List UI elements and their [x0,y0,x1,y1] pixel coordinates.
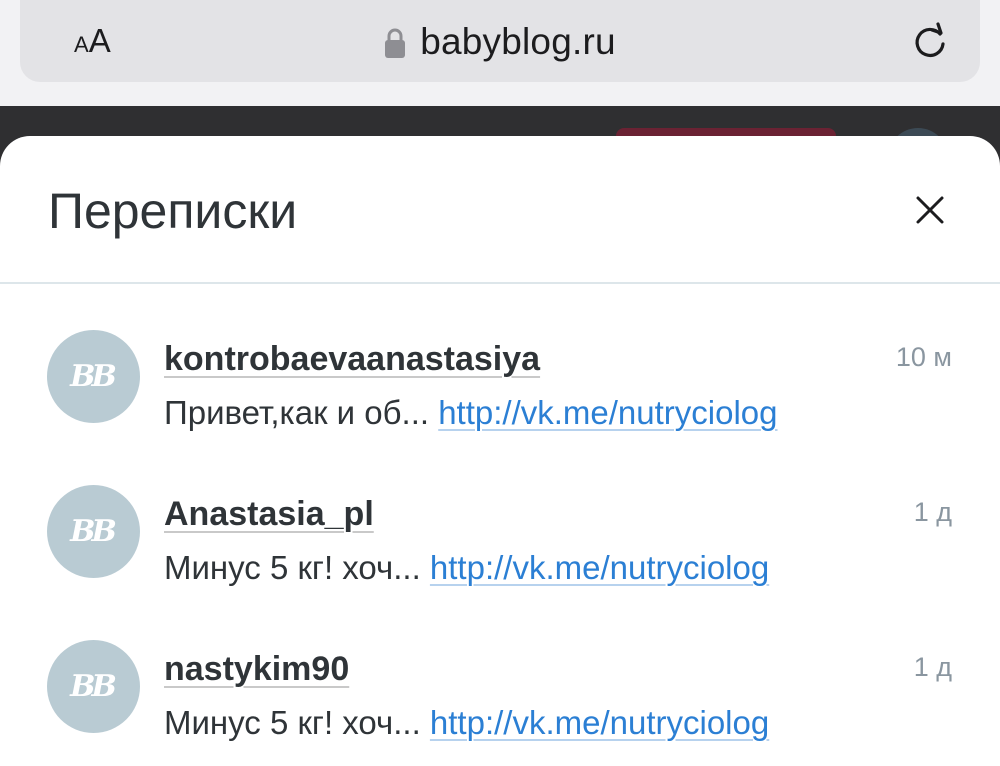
address-bar[interactable]: A A babyblog.ru [20,0,980,82]
avatar[interactable]: BB [47,330,140,423]
url-text: babyblog.ru [420,21,616,62]
conversation-preview: Привет,как и об... http://vk.me/nutrycio… [164,394,778,432]
conversation-time: 10 м [895,342,952,372]
reload-icon[interactable] [910,22,950,62]
url-display[interactable]: babyblog.ru [20,18,980,66]
conversation-time: 1 д [913,497,952,527]
preview-text: Привет,как и об... [164,394,430,431]
conversation-preview: Минус 5 кг! хоч... http://vk.me/nutrycio… [164,549,769,587]
preview-link[interactable]: http://vk.me/nutryciolog [438,394,777,431]
avatar[interactable]: BB [47,640,140,733]
avatar[interactable]: BB [47,485,140,578]
conversation-item[interactable]: BB nastykim90 1 д Минус 5 кг! хоч... htt… [0,640,1000,766]
preview-text: Минус 5 кг! хоч... [164,549,421,586]
conversation-time: 1 д [913,652,952,682]
modal-title: Переписки [48,183,298,239]
preview-text: Минус 5 кг! хоч... [164,704,421,741]
preview-link[interactable]: http://vk.me/nutryciolog [430,549,769,586]
conversation-username[interactable]: nastykim90 [164,650,349,689]
modal-header: Переписки [0,136,1000,284]
lock-icon [385,28,406,58]
close-icon [916,196,944,224]
conversation-preview: Минус 5 кг! хоч... http://vk.me/nutrycio… [164,704,769,742]
conversation-username[interactable]: Anastasia_pl [164,495,374,534]
conversation-item[interactable]: BB Anastasia_pl 1 д Минус 5 кг! хоч... h… [0,485,1000,640]
page: A A babyblog.ru Переписки BB kontrobaeva… [0,0,1000,766]
conversations-modal: Переписки BB kontrobaevaanastasiya 10 м … [0,136,1000,766]
browser-toolbar: A A babyblog.ru [0,0,1000,106]
babyblog-logo-icon: BB [70,514,117,549]
close-button[interactable] [906,186,954,234]
conversation-username[interactable]: kontrobaevaanastasiya [164,340,540,379]
preview-link[interactable]: http://vk.me/nutryciolog [430,704,769,741]
babyblog-logo-icon: BB [70,669,117,704]
babyblog-logo-icon: BB [70,359,117,394]
conversation-list: BB kontrobaevaanastasiya 10 м Привет,как… [0,330,1000,766]
conversation-item[interactable]: BB kontrobaevaanastasiya 10 м Привет,как… [0,330,1000,485]
